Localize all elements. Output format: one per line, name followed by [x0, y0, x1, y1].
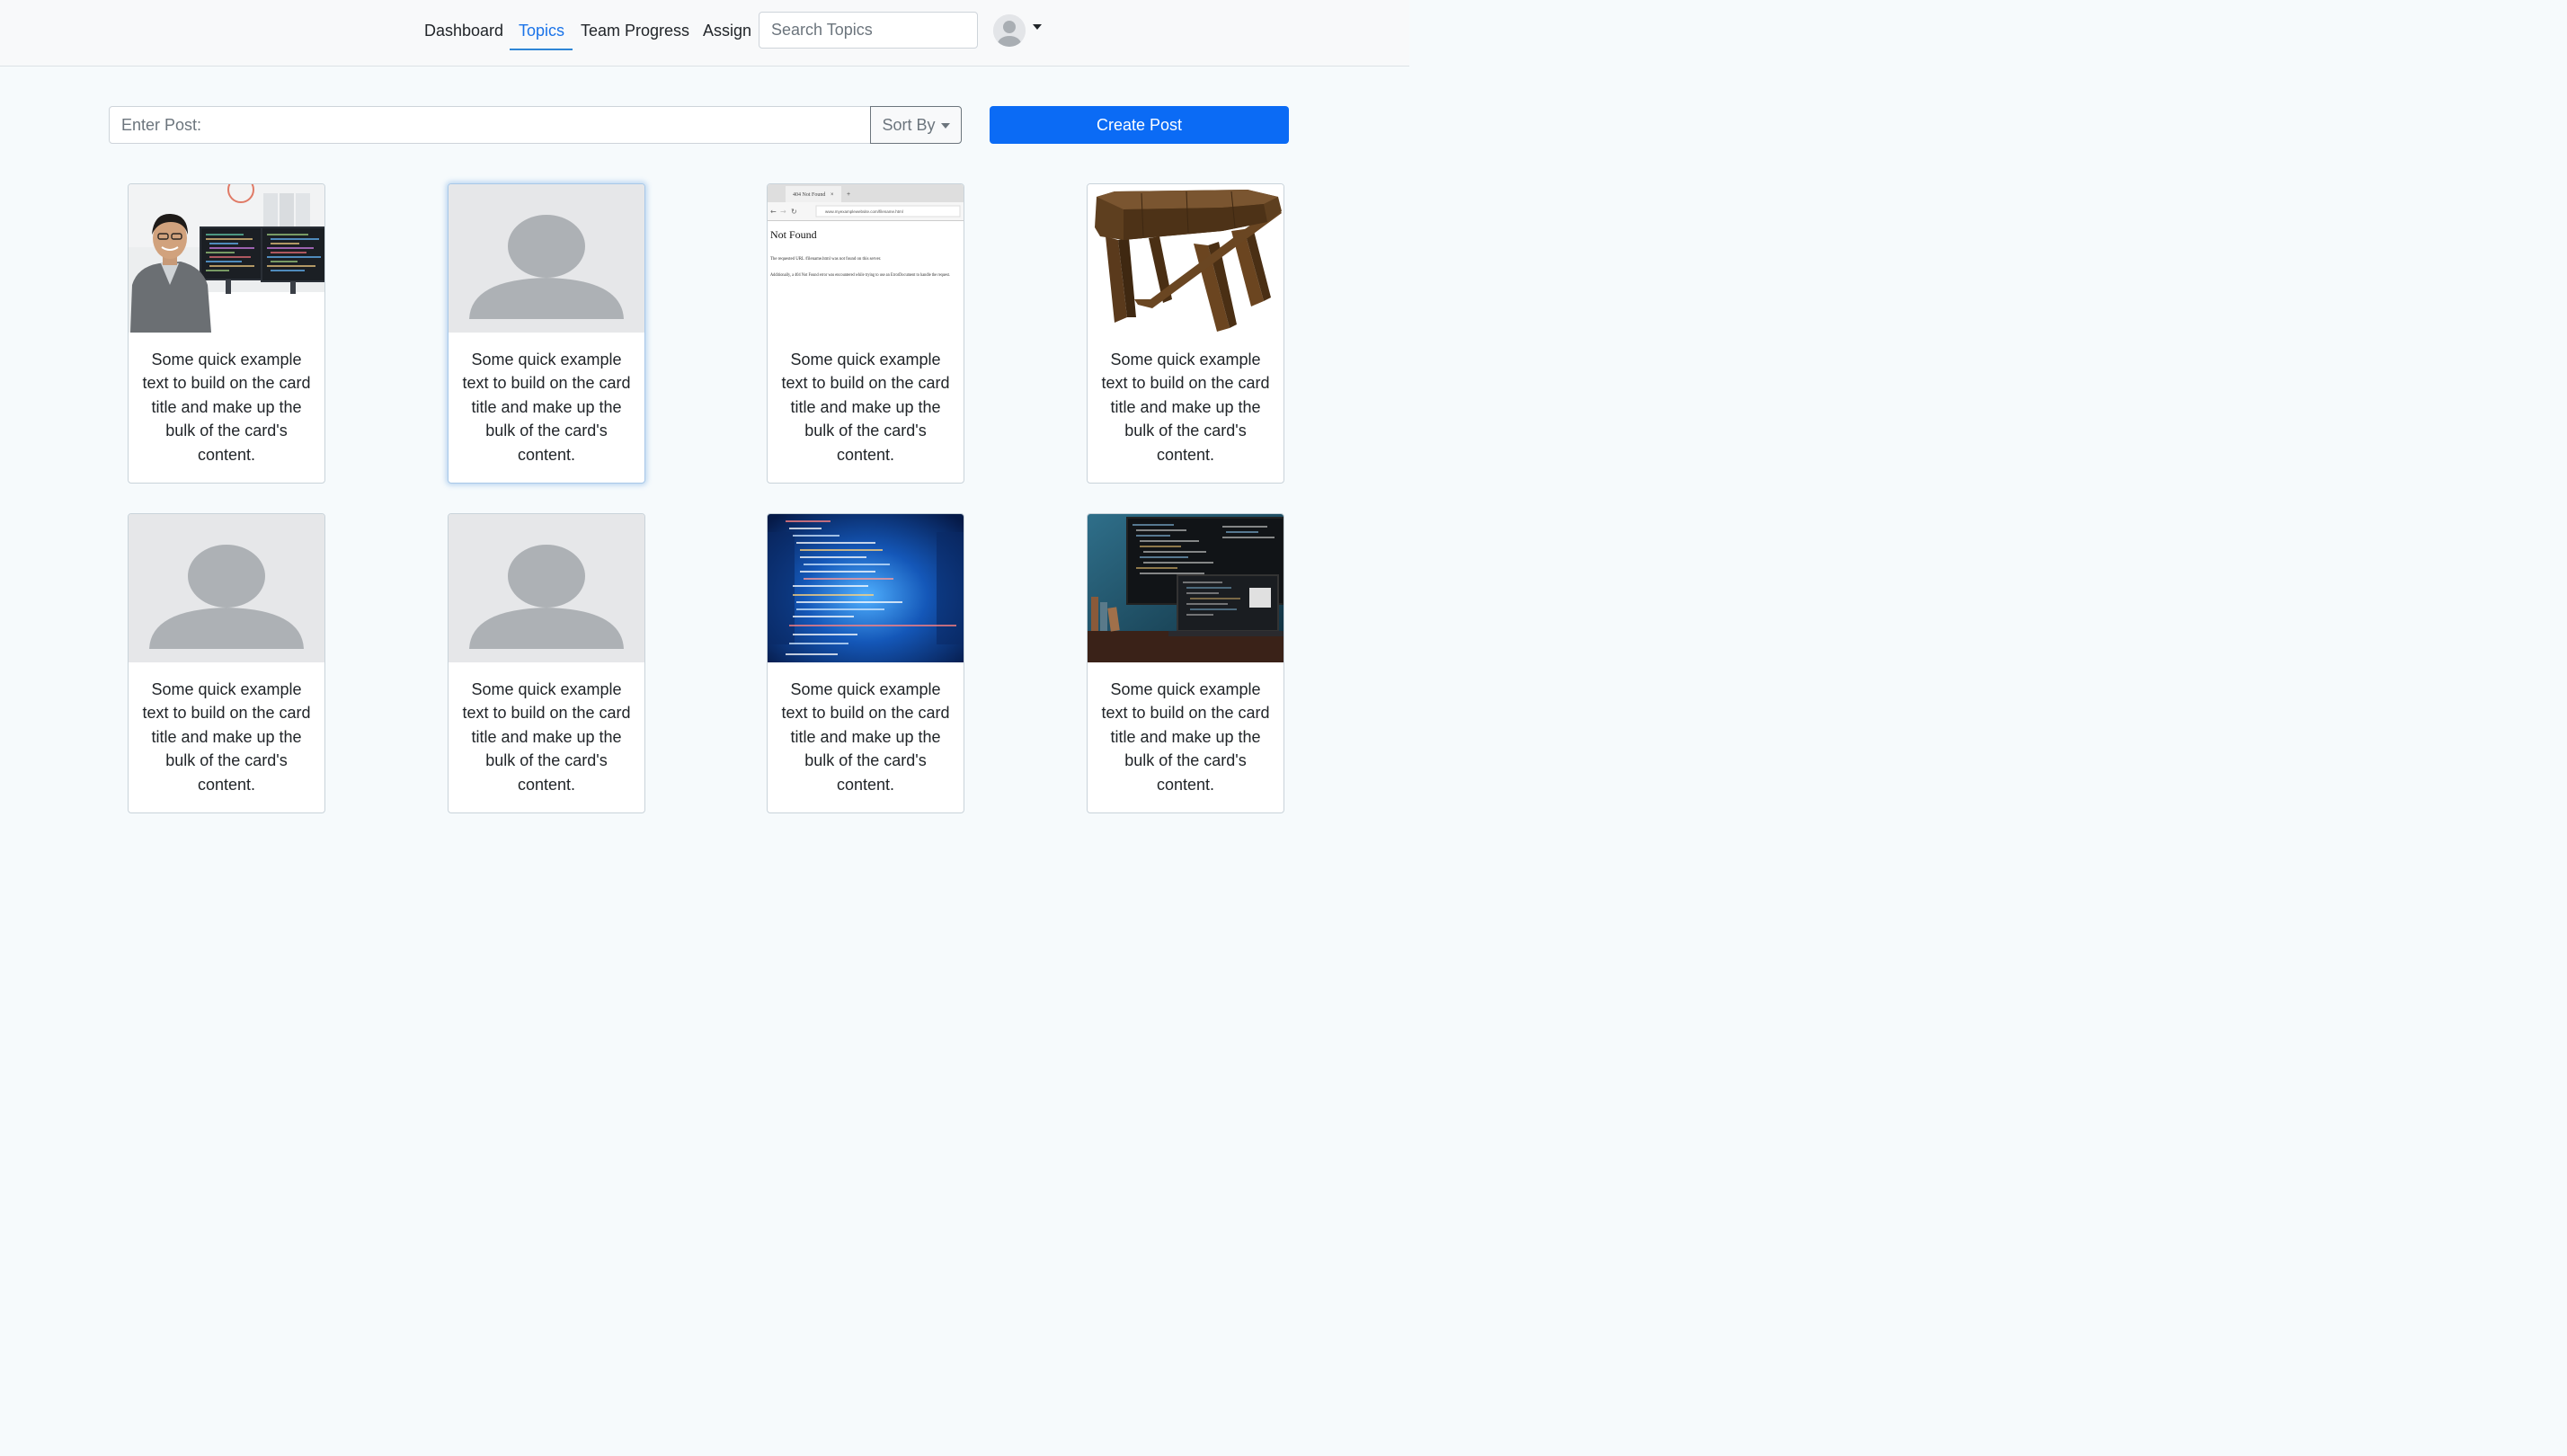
user-avatar-icon: [993, 14, 1026, 47]
post-card[interactable]: Some quick example text to build on the …: [448, 183, 645, 484]
card-text: Some quick example text to build on the …: [462, 351, 631, 464]
nav-link-team-progress[interactable]: Team Progress: [581, 18, 689, 43]
card-image-placeholder: [129, 514, 324, 662]
user-menu-toggle[interactable]: [993, 14, 1047, 47]
sort-by-label: Sort By: [882, 115, 936, 134]
person-placeholder-icon: [449, 514, 644, 662]
card-text: Some quick example text to build on the …: [142, 351, 311, 464]
top-navbar: Dashboard Topics Team Progress Assign: [0, 0, 1409, 67]
post-card[interactable]: 404 Not Found × + ← → ↻ www.myexampleweb…: [767, 183, 964, 484]
card-text: Some quick example text to build on the …: [781, 680, 950, 794]
screenshot-line-1: The requested URL /filename.html was not…: [770, 257, 881, 262]
card-text: Some quick example text to build on the …: [1101, 680, 1270, 794]
screenshot-heading: Not Found: [770, 228, 817, 241]
svg-text:×: ×: [830, 192, 834, 198]
card-image-man-at-desk: [129, 184, 324, 333]
card-text: Some quick example text to build on the …: [462, 680, 631, 794]
card-image-blue-code: [768, 514, 964, 662]
card-image-placeholder: [449, 184, 644, 333]
search-topics-input[interactable]: [759, 12, 978, 49]
person-placeholder-icon: [129, 514, 324, 662]
avatar: [993, 14, 1026, 47]
screenshot-tab-title: 404 Not Found: [793, 192, 825, 198]
post-card[interactable]: Some quick example text to build on the …: [448, 513, 645, 813]
enter-post-input[interactable]: [109, 106, 871, 144]
active-tab-indicator: [510, 49, 573, 50]
card-image-dark-code-monitors: [1088, 514, 1284, 662]
card-text: Some quick example text to build on the …: [1101, 351, 1270, 464]
svg-text:↻: ↻: [791, 208, 797, 216]
person-placeholder-icon: [449, 184, 644, 333]
svg-text:→: →: [780, 208, 786, 216]
screenshot-line-2: Additionally, a 404 Not Found error was …: [770, 273, 950, 278]
post-card[interactable]: Some quick example text to build on the …: [1087, 183, 1284, 484]
card-image-404-screenshot: 404 Not Found × + ← → ↻ www.myexampleweb…: [768, 184, 964, 333]
post-card[interactable]: Some quick example text to build on the …: [767, 513, 964, 813]
screenshot-url: www.myexamplewebsite.com/filename.html: [825, 209, 903, 214]
card-text: Some quick example text to build on the …: [781, 351, 950, 464]
nav-link-topics[interactable]: Topics: [519, 18, 564, 43]
svg-text:+: +: [847, 191, 850, 198]
create-post-button[interactable]: Create Post: [990, 106, 1289, 144]
card-text: Some quick example text to build on the …: [142, 680, 311, 794]
post-card[interactable]: Some quick example text to build on the …: [128, 513, 325, 813]
svg-text:←: ←: [770, 208, 777, 216]
nav-link-dashboard[interactable]: Dashboard: [424, 18, 503, 43]
sort-by-dropdown[interactable]: Sort By: [870, 106, 962, 144]
chevron-down-icon: [940, 123, 950, 129]
card-image-placeholder: [449, 514, 644, 662]
nav-link-assign[interactable]: Assign: [703, 18, 751, 43]
post-card[interactable]: Some quick example text to build on the …: [128, 183, 325, 484]
card-image-wooden-stool: [1088, 184, 1284, 333]
post-card[interactable]: Some quick example text to build on the …: [1087, 513, 1284, 813]
chevron-down-icon: [1033, 24, 1042, 30]
